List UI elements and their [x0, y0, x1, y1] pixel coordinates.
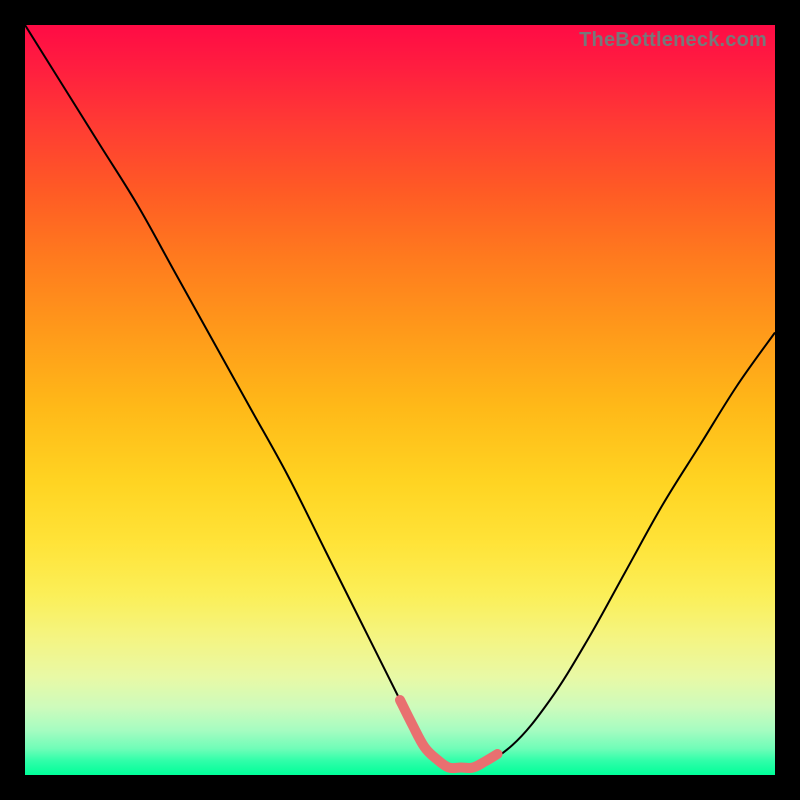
- bottleneck-curve-path: [25, 25, 775, 771]
- chart-frame: TheBottleneck.com: [25, 25, 775, 775]
- watermark-text: TheBottleneck.com: [579, 29, 767, 52]
- bottleneck-curve-svg: [25, 25, 775, 775]
- floor-highlight-path: [400, 700, 498, 768]
